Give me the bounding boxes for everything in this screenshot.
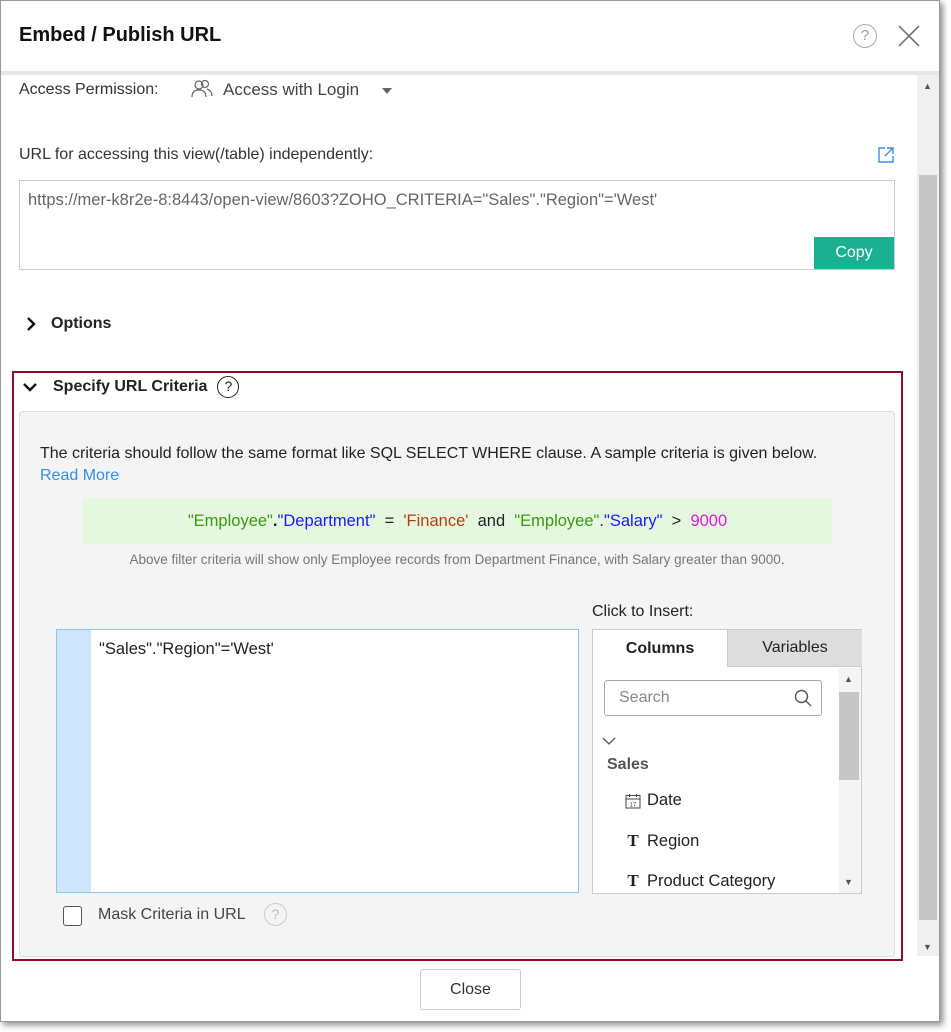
url-criteria-label: Specify URL Criteria: [53, 378, 208, 395]
column-name: Region: [647, 831, 700, 850]
svg-text:17: 17: [630, 802, 637, 808]
copy-button[interactable]: Copy: [814, 237, 894, 269]
column-item-date[interactable]: 17 Date: [625, 791, 682, 810]
tab-variables[interactable]: Variables: [727, 630, 862, 667]
url-textarea[interactable]: https://mer-k8r2e-8:8443/open-view/8603?…: [19, 180, 895, 270]
url-criteria-section-toggle[interactable]: Specify URL Criteria ?: [23, 376, 240, 398]
url-value[interactable]: https://mer-k8r2e-8:8443/open-view/8603?…: [28, 191, 657, 210]
sample-number: 9000: [690, 512, 728, 530]
read-more-link[interactable]: Read More: [40, 467, 119, 485]
mask-criteria-checkbox[interactable]: [63, 906, 82, 926]
sample-column: "Department": [277, 512, 376, 530]
search-input[interactable]: [605, 681, 785, 715]
chevron-right-icon: [27, 317, 36, 331]
column-item-region[interactable]: T Region: [625, 831, 699, 851]
open-external-icon[interactable]: [877, 146, 895, 164]
scroll-down-icon[interactable]: ▼: [844, 877, 853, 887]
text-type-icon: T: [627, 871, 639, 890]
search-icon[interactable]: [794, 689, 812, 707]
dialog-scrollbar[interactable]: ▲ ▼: [917, 75, 939, 956]
embed-publish-dialog: Embed / Publish URL ? ▲ ▼ Access Permiss…: [0, 0, 940, 1022]
criteria-editor-text[interactable]: "Sales"."Region"='West': [99, 640, 274, 659]
column-name: Date: [647, 791, 682, 809]
table-group-sales[interactable]: Sales: [607, 756, 649, 774]
header-divider: [1, 71, 939, 75]
sample-operator: >: [671, 512, 682, 530]
scroll-up-icon[interactable]: ▲: [844, 674, 853, 684]
close-icon[interactable]: [896, 23, 922, 49]
column-name: Product Category: [647, 871, 776, 890]
criteria-editor[interactable]: "Sales"."Region"='West': [56, 629, 579, 893]
access-permission-dropdown[interactable]: Access with Login: [223, 80, 359, 100]
column-item-product-category[interactable]: T Product Category: [625, 871, 775, 891]
scroll-up-icon[interactable]: ▲: [923, 81, 932, 91]
insert-panel: Columns Variables Sales 17 Date T Region…: [592, 629, 862, 894]
users-icon: [191, 79, 213, 98]
scrollbar-thumb[interactable]: [919, 175, 937, 920]
options-section-toggle[interactable]: Options: [25, 315, 111, 333]
chevron-down-icon[interactable]: [602, 736, 616, 746]
calendar-icon: 17: [625, 793, 641, 808]
text-type-icon: T: [627, 831, 639, 850]
access-permission-label: Access Permission:: [19, 81, 159, 98]
dialog-title: Embed / Publish URL: [19, 24, 222, 46]
sample-table: "Employee": [187, 512, 273, 530]
sample-column: "Salary": [603, 512, 663, 530]
criteria-description: The criteria should follow the same form…: [40, 445, 818, 462]
help-icon[interactable]: ?: [853, 24, 877, 48]
tab-columns[interactable]: Columns: [593, 630, 727, 667]
click-to-insert-label: Click to Insert:: [592, 603, 694, 620]
scroll-down-icon[interactable]: ▼: [923, 942, 932, 952]
help-icon[interactable]: ?: [264, 903, 287, 926]
help-icon[interactable]: ?: [217, 376, 240, 398]
mask-criteria-label[interactable]: Mask Criteria in URL: [98, 906, 246, 924]
sample-operator: =: [384, 512, 395, 530]
column-search[interactable]: [604, 680, 822, 716]
insert-scrollbar[interactable]: ▲ ▼: [839, 668, 861, 893]
sample-note: Above filter criteria will show only Emp…: [129, 552, 785, 567]
caret-down-icon[interactable]: [382, 88, 392, 94]
url-label: URL for accessing this view(/table) inde…: [19, 146, 374, 163]
chevron-down-icon: [23, 383, 37, 392]
sample-table: "Employee": [514, 512, 600, 530]
sample-and: and: [477, 512, 506, 530]
sample-criteria: "Employee"."Department" = 'Finance' and …: [83, 498, 832, 544]
editor-gutter: [57, 630, 91, 892]
scrollbar-thumb[interactable]: [839, 692, 859, 780]
sample-value: 'Finance': [403, 512, 469, 530]
options-label: Options: [51, 315, 112, 332]
close-button[interactable]: Close: [420, 969, 521, 1010]
